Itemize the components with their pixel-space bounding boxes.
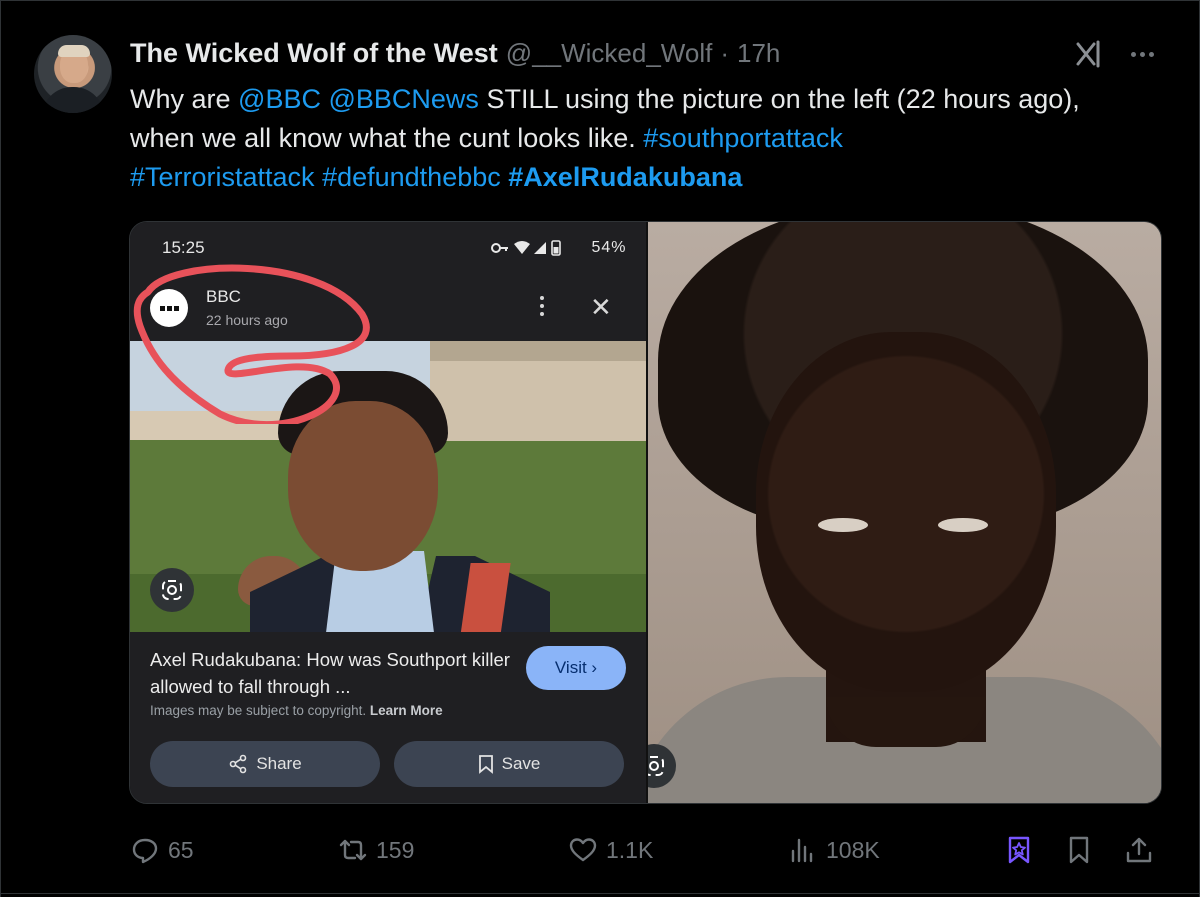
tweet-text: Why are @BBC @BBCNews STILL using the pi… — [130, 80, 1130, 197]
mention-bbc[interactable]: @BBC — [238, 84, 321, 114]
avatar-shirt — [42, 87, 104, 113]
header-separator: · — [720, 38, 730, 68]
grok-bookmark-button[interactable] — [1004, 832, 1034, 868]
kebab-menu-icon[interactable] — [532, 296, 552, 320]
hashtag-southportattack[interactable]: #southportattack — [643, 123, 843, 153]
share-button[interactable]: Share — [150, 741, 380, 787]
share-label: Share — [256, 754, 302, 773]
author-handle[interactable]: @__Wicked_Wolf — [506, 38, 713, 69]
house — [430, 361, 646, 441]
boy-photo — [130, 341, 646, 632]
reply-button[interactable]: 65 — [130, 832, 194, 868]
hashtag-defundthebbc[interactable]: #defundthebbc — [322, 162, 501, 192]
heart-icon — [569, 838, 597, 862]
mugshot-eye-right — [938, 518, 988, 532]
analytics-icon — [791, 838, 813, 863]
mention-bbcnews[interactable]: @BBCNews — [328, 84, 478, 114]
view-count: 108K — [826, 836, 880, 863]
repost-icon — [339, 839, 367, 861]
phone-status-time: 15:25 — [162, 238, 205, 257]
share-nodes-icon — [230, 754, 247, 774]
grok-bookmark-icon — [1008, 836, 1030, 864]
visit-button[interactable]: Visit › — [526, 646, 626, 690]
left-border — [0, 0, 1, 897]
top-divider — [0, 0, 1200, 1]
avatar[interactable] — [34, 35, 112, 113]
article-caption[interactable]: Axel Rudakubana: How was Southport kille… — [150, 646, 520, 700]
phone-battery: 54% — [591, 239, 627, 257]
grok-icon[interactable] — [1072, 36, 1108, 72]
chevron-right-icon: › — [586, 658, 598, 677]
save-button[interactable]: Save — [394, 741, 624, 787]
phone-screenshot[interactable]: 15:25 54% BBC 22 hours ago ✕ Axel Rudaku… — [130, 222, 646, 803]
author-name[interactable]: The Wicked Wolf of the West — [130, 38, 498, 69]
bottom-divider — [0, 893, 1200, 894]
share-upload-icon — [1126, 837, 1152, 863]
views-button[interactable]: 108K — [788, 832, 880, 868]
save-label: Save — [501, 754, 541, 773]
reply-count: 65 — [168, 836, 194, 863]
mugshot-photo[interactable] — [648, 222, 1161, 803]
share-tweet-button[interactable] — [1124, 832, 1154, 868]
tweet-actions: 65 159 1.1K 108K — [130, 832, 1162, 872]
tweet-header: The Wicked Wolf of the West @__Wicked_Wo… — [130, 38, 780, 72]
visit-label: Visit — [554, 658, 587, 677]
status-icons — [491, 240, 561, 256]
bbc-logo — [150, 289, 188, 327]
close-icon[interactable]: ✕ — [590, 294, 612, 320]
repost-button[interactable]: 159 — [338, 832, 414, 868]
like-count: 1.1K — [606, 836, 654, 863]
hashtag-axelrudakubana[interactable]: #AxelRudakubana — [508, 162, 742, 192]
repost-count: 159 — [376, 836, 415, 863]
text-space — [315, 162, 323, 192]
boy-face — [288, 401, 438, 571]
tweet-media[interactable]: 15:25 54% BBC 22 hours ago ✕ Axel Rudaku… — [129, 221, 1162, 804]
hashtag-terroristattack[interactable]: #Terroristattack — [130, 162, 315, 192]
source-time: 22 hours ago — [206, 312, 288, 328]
tweet-time[interactable]: 17h — [737, 38, 780, 69]
bookmark-icon — [1069, 836, 1089, 864]
bookmark-outline-icon — [478, 755, 493, 774]
phone-status-icons: 54% — [490, 238, 626, 258]
source-name: BBC — [206, 287, 241, 306]
copyright-note: Images may be subject to copyright. Lear… — [150, 703, 443, 718]
avatar-hair — [58, 45, 90, 57]
lens-icon[interactable] — [150, 568, 194, 612]
copyright-text: Images may be subject to copyright. — [150, 703, 367, 718]
learn-more-link[interactable]: Learn More — [370, 703, 443, 718]
more-options-icon[interactable] — [1124, 44, 1160, 64]
bookmark-button[interactable] — [1064, 832, 1094, 868]
mugshot-eye-left — [818, 518, 868, 532]
mugshot-collar — [826, 697, 986, 747]
reply-icon — [132, 838, 158, 864]
text-part: Why are — [130, 84, 239, 114]
mugshot-face — [756, 332, 1056, 692]
like-button[interactable]: 1.1K — [568, 832, 653, 868]
